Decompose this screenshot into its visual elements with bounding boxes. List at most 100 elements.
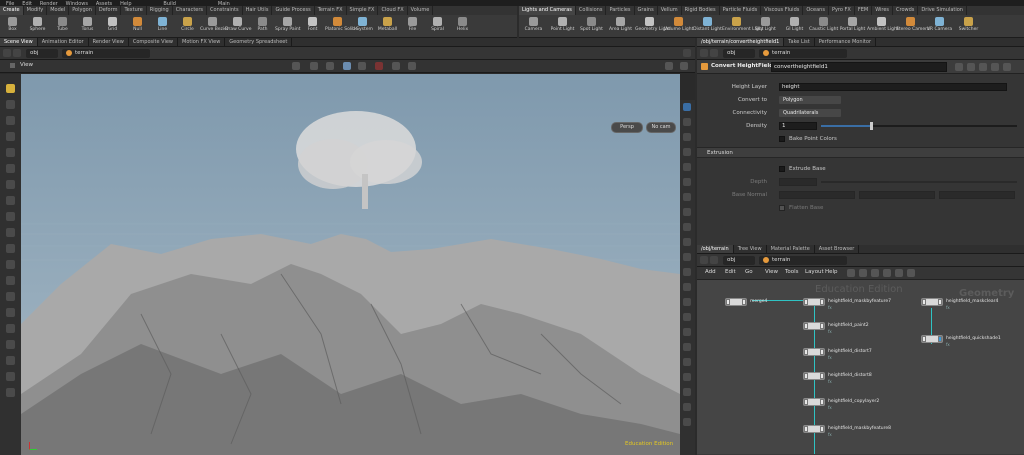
gear-icon[interactable] — [955, 63, 963, 71]
display-option-icon[interactable] — [683, 373, 691, 381]
convert-to-menu[interactable]: Polygon — [779, 96, 841, 104]
tool-point-light[interactable]: Point Light — [548, 15, 577, 37]
forward-icon[interactable] — [710, 256, 718, 264]
snap-tool-icon[interactable] — [6, 260, 15, 269]
bake-checkbox[interactable] — [779, 136, 785, 142]
tool-environment-light[interactable]: Environment Light — [722, 15, 763, 37]
network-menu-go[interactable]: Go — [745, 269, 753, 275]
bypass-flag[interactable] — [804, 399, 808, 405]
extrusion-section[interactable]: Extrusion — [697, 147, 1024, 158]
display-option-icon[interactable] — [683, 298, 691, 306]
extrude-checkbox[interactable] — [779, 166, 785, 172]
shelf-tab-rigid-bodies[interactable]: Rigid Bodies — [682, 6, 720, 15]
network-menu-tools[interactable]: Tools — [785, 269, 799, 275]
display-option-icon[interactable] — [683, 133, 691, 141]
tab-geometry-spreadsheet[interactable]: Geometry Spreadsheet — [225, 38, 293, 46]
display-flag[interactable] — [820, 399, 824, 405]
tool-icon[interactable] — [847, 269, 855, 277]
display-option-icon[interactable] — [683, 223, 691, 231]
bypass-flag[interactable] — [804, 299, 808, 305]
pin-icon[interactable] — [895, 269, 903, 277]
grid-icon[interactable] — [871, 269, 879, 277]
shelf-tab-cloud-fx[interactable]: Cloud FX — [378, 6, 408, 15]
tool-null[interactable]: Null — [125, 15, 150, 37]
tool-helix[interactable]: Helix — [450, 15, 475, 37]
tab-material-palette[interactable]: Material Palette — [767, 245, 815, 253]
display-option-icon[interactable] — [683, 253, 691, 261]
shelf-tab-particles[interactable]: Particles — [606, 6, 635, 15]
shelf-tab-grains[interactable]: Grains — [635, 6, 658, 15]
tool-box[interactable]: Box — [0, 15, 25, 37]
display-option-icon[interactable] — [683, 283, 691, 291]
tool-distant-light[interactable]: Distant Light — [693, 15, 722, 37]
display-flag[interactable] — [820, 373, 824, 379]
density-slider-handle[interactable] — [870, 122, 873, 130]
menu-icon[interactable] — [680, 62, 688, 70]
tool-ambient-light[interactable]: Ambient Light — [867, 15, 899, 37]
bypass-flag[interactable] — [922, 299, 926, 305]
tab-motion-fx-view[interactable]: Motion FX View — [178, 38, 226, 46]
display-option-icon[interactable] — [683, 238, 691, 246]
tool-grid[interactable]: Grid — [100, 15, 125, 37]
pin-icon[interactable] — [683, 49, 691, 57]
cut-tool-icon[interactable] — [6, 356, 15, 365]
tool-spray-paint[interactable]: Spray Paint — [275, 15, 301, 37]
display-option-icon[interactable] — [683, 163, 691, 171]
camera-icon[interactable] — [358, 62, 366, 70]
tool-portal-light[interactable]: Portal Light — [838, 15, 867, 37]
tool-circle[interactable]: Circle — [175, 15, 200, 37]
forward-icon[interactable] — [13, 49, 21, 57]
display-flag[interactable] — [820, 299, 824, 305]
light-tool-icon[interactable] — [6, 228, 15, 237]
extrude-tool-icon[interactable] — [6, 372, 15, 381]
back-icon[interactable] — [700, 256, 708, 264]
render-icon[interactable] — [408, 62, 416, 70]
shelf-tab-polygon[interactable]: Polygon — [69, 6, 96, 15]
tool-draw-curve[interactable]: Draw Curve — [225, 15, 251, 37]
measure-tool-icon[interactable] — [6, 308, 15, 317]
display-option-icon[interactable] — [683, 208, 691, 216]
node-name-field[interactable]: convertheightfield1 — [771, 62, 947, 72]
tab-obj-terrain-convertheightfield1[interactable]: /obj/terrain/convertheightfield1 — [697, 38, 785, 46]
display-option-icon[interactable] — [683, 148, 691, 156]
tab-performance-monitor[interactable]: Performance Monitor — [815, 38, 876, 46]
tool-gi-light[interactable]: GI Light — [780, 15, 809, 37]
options-icon[interactable] — [907, 269, 915, 277]
tool-vr-camera[interactable]: VR Camera — [925, 15, 954, 37]
display-flag[interactable] — [938, 336, 942, 342]
network-menu-layout[interactable]: Layout — [805, 269, 824, 275]
render-tool-icon[interactable] — [6, 324, 15, 333]
shelf-tab-deform[interactable]: Deform — [96, 6, 122, 15]
shelf-tab-terrain-fx[interactable]: Terrain FX — [315, 6, 347, 15]
display-option-icon[interactable] — [683, 328, 691, 336]
shelf-tab-simple-fx[interactable]: Simple FX — [347, 6, 379, 15]
display-option-icon[interactable] — [683, 418, 691, 426]
depth-field[interactable] — [779, 178, 817, 186]
lock-icon[interactable] — [979, 63, 987, 71]
display-option-icon[interactable] — [683, 103, 691, 111]
record-icon[interactable] — [375, 62, 383, 70]
shelf-tab-hair-utils[interactable]: Hair Utils — [243, 6, 273, 15]
tool-torus[interactable]: Torus — [75, 15, 100, 37]
tool-curve-bezier[interactable]: Curve Bezier — [200, 15, 229, 37]
shelf-tab-rigging[interactable]: Rigging — [147, 6, 173, 15]
display-option-icon[interactable] — [683, 193, 691, 201]
paint-tool-icon[interactable] — [6, 276, 15, 285]
back-icon[interactable] — [700, 49, 708, 57]
network-menu-view[interactable]: View — [765, 269, 778, 275]
bypass-flag[interactable] — [804, 373, 808, 379]
shelf-tab-particle-fluids[interactable]: Particle Fluids — [720, 6, 762, 15]
flag-icon[interactable] — [883, 269, 891, 277]
tab-obj-terrain[interactable]: /obj/terrain — [697, 245, 734, 253]
bypass-flag[interactable] — [922, 336, 926, 342]
group-tool-icon[interactable] — [6, 340, 15, 349]
tab-scene-view[interactable]: Scene View — [0, 38, 38, 46]
density-field[interactable]: 1 — [779, 122, 817, 130]
persp-menu[interactable]: Persp — [611, 122, 643, 133]
tool-platonic-solids[interactable]: Platonic Solids — [325, 15, 358, 37]
shelf-tab-constraints[interactable]: Constraints — [207, 6, 243, 15]
select-tool-icon[interactable] — [6, 84, 15, 93]
shelf-tab-pyro-fx[interactable]: Pyro FX — [829, 6, 855, 15]
viewport-3d[interactable]: Persp No cam Education Edition — [21, 74, 680, 455]
display-option-icon[interactable] — [683, 118, 691, 126]
